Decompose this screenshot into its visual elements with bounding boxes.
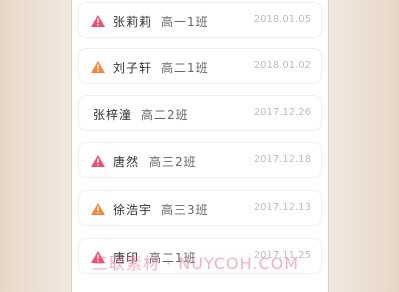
student-name: 张莉莉 [113, 15, 153, 29]
student-class: 高二1班 [149, 251, 197, 265]
warning-icon [91, 15, 105, 27]
student-class: 高一1班 [161, 15, 209, 29]
record-date: 2017.11.25 [253, 250, 311, 261]
record-date: 2017.12.26 [253, 107, 311, 118]
list-item[interactable]: 张莉莉 高一1班 2018.01.05 [78, 2, 322, 38]
record-date: 2018.01.05 [253, 14, 311, 25]
list-item[interactable]: 刘子轩 高二1班 2018.01.02 [78, 48, 322, 84]
list-item[interactable]: 唐然 高三2班 2017.12.18 [78, 142, 322, 178]
student-class: 高三2班 [149, 155, 197, 169]
warning-icon [91, 251, 105, 263]
student-name: 唐印 [113, 251, 140, 265]
student-class: 高二1班 [161, 61, 209, 75]
warning-icon [91, 61, 105, 73]
list-item[interactable]: 唐印 高二1班 2017.11.25 [78, 238, 322, 274]
warning-icon [91, 203, 105, 215]
student-name: 刘子轩 [113, 61, 153, 75]
student-class: 高二2班 [141, 108, 189, 122]
record-date: 2018.01.02 [253, 60, 311, 71]
warning-icon [91, 155, 105, 167]
record-date: 2017.12.13 [253, 202, 311, 213]
list-item[interactable]: 张梓潼 高二2班 2017.12.26 [78, 95, 322, 131]
list-item[interactable]: 徐浩宇 高三3班 2017.12.13 [78, 190, 322, 226]
record-date: 2017.12.18 [253, 154, 311, 165]
student-name: 徐浩宇 [113, 203, 153, 217]
phone-screen: 张莉莉 高一1班 2018.01.05 刘子轩 高二1班 2018.01.02 … [71, 0, 329, 292]
student-name: 唐然 [113, 155, 140, 169]
student-class: 高三3班 [161, 203, 209, 217]
student-name: 张梓潼 [93, 108, 133, 122]
